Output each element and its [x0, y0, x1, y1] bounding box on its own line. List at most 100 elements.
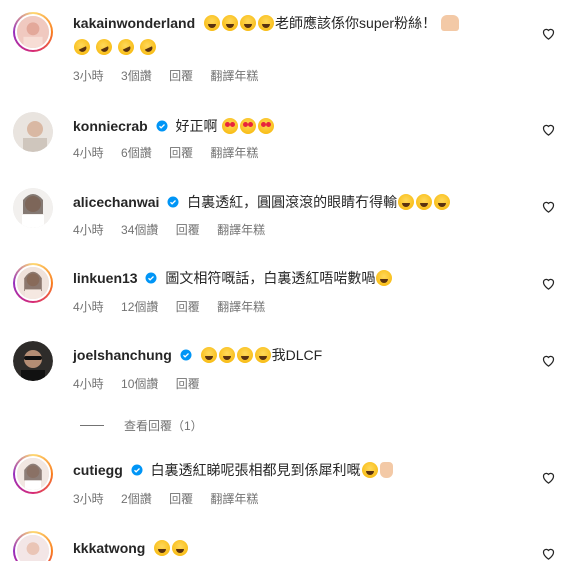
username[interactable]: konniecrab [73, 118, 148, 134]
reply-button[interactable]: 回覆 [176, 377, 200, 391]
rofl-emoji [137, 36, 159, 58]
timestamp: 4小時 [73, 146, 104, 160]
username[interactable]: alicechanwai [73, 194, 159, 210]
like-button[interactable] [541, 122, 556, 137]
timestamp: 3小時 [73, 492, 104, 506]
comment-text: 好正啊 [175, 118, 218, 134]
like-button[interactable] [541, 276, 556, 291]
comment-body: cutiegg 白裏透紅睇呢張相都見到係犀利嘅 [73, 461, 513, 479]
reply-button[interactable]: 回覆 [169, 146, 193, 160]
heart-outline-icon [542, 548, 555, 560]
grin-sweat-emoji [218, 347, 235, 363]
comment-text: 老師應該係你super粉絲！ [275, 15, 437, 31]
verified-badge-icon [131, 464, 143, 476]
rofl-emoji [115, 36, 137, 58]
avatar[interactable] [13, 12, 53, 52]
likes-count[interactable]: 2個讚 [121, 492, 152, 506]
verified-badge-icon [180, 349, 192, 361]
avatar[interactable] [13, 531, 53, 561]
grin-sweat-emoji [398, 194, 415, 210]
grin-sweat-emoji [254, 347, 271, 363]
timestamp: 4小時 [73, 223, 104, 237]
heart-outline-icon [542, 201, 555, 213]
translate-button[interactable]: 翻譯年糕 [210, 146, 258, 160]
avatar[interactable] [13, 341, 53, 381]
heart-outline-icon [542, 472, 555, 484]
reply-button[interactable]: 回覆 [169, 69, 193, 83]
divider-line [80, 425, 104, 426]
grin-sweat-emoji [236, 347, 253, 363]
like-button[interactable] [541, 26, 556, 41]
grin-sweat-emoji [172, 540, 189, 556]
verified-badge-icon [145, 272, 157, 284]
reply-button[interactable]: 回覆 [176, 223, 200, 237]
verified-badge-icon [167, 196, 179, 208]
comment-text: 白裏透紅睇呢張相都見到係犀利嘅 [150, 462, 361, 478]
comment-body: konniecrab 好正啊 [73, 117, 513, 135]
translate-button[interactable]: 翻譯年糕 [217, 223, 265, 237]
likes-count[interactable]: 3個讚 [121, 69, 152, 83]
rofl-emoji [71, 36, 93, 58]
reply-button[interactable]: 回覆 [169, 492, 193, 506]
translate-button[interactable]: 翻譯年糕 [217, 300, 265, 314]
heart-outline-icon [542, 28, 555, 40]
timestamp: 4小時 [73, 377, 104, 391]
grin-sweat-emoji [258, 15, 275, 31]
avatar[interactable] [13, 188, 53, 228]
rofl-emoji [93, 36, 115, 58]
view-replies-label: 查看回覆（1） [124, 419, 203, 433]
comment-meta: 4小時 34個讚 回覆 翻譯年糕 [73, 222, 279, 238]
username[interactable]: joelshanchung [73, 347, 172, 363]
comment-meta: 3小時 2個讚 回覆 翻譯年糕 [73, 491, 272, 507]
timestamp: 3小時 [73, 69, 104, 83]
like-button[interactable] [541, 546, 556, 561]
thumbs-up-emoji [379, 462, 393, 478]
username[interactable]: kkkatwong [73, 540, 145, 556]
grin-sweat-emoji [204, 15, 221, 31]
likes-count[interactable]: 12個讚 [121, 300, 158, 314]
avatar[interactable] [13, 112, 53, 152]
grin-sweat-emoji [416, 194, 433, 210]
heart-eyes-emoji [240, 118, 257, 134]
heart-outline-icon [542, 124, 555, 136]
grin-sweat-emoji [200, 347, 217, 363]
likes-count[interactable]: 10個讚 [121, 377, 158, 391]
comment-body: kakainwonderland 老師應該係你super粉絲！ [71, 14, 513, 58]
comment-meta: 4小時 6個讚 回覆 翻譯年糕 [73, 145, 272, 161]
username[interactable]: cutiegg [73, 462, 123, 478]
grin-sweat-emoji [222, 15, 239, 31]
view-replies-button[interactable]: 查看回覆（1） [80, 417, 203, 434]
comment-body: linkuen13 圖文相符嘅話，白裏透紅唔啱數喎 [73, 269, 513, 287]
likes-count[interactable]: 34個讚 [121, 223, 158, 237]
comment-text: 我DLCF [271, 347, 323, 363]
like-button[interactable] [541, 470, 556, 485]
heart-outline-icon [542, 278, 555, 290]
grin-sweat-emoji [240, 15, 257, 31]
username[interactable]: kakainwonderland [73, 15, 195, 31]
likes-count[interactable]: 6個讚 [121, 146, 152, 160]
verified-badge-icon [156, 120, 168, 132]
comment-body: alicechanwai 白裏透紅，圓圓滾滾的眼睛冇得輸 [73, 193, 513, 211]
timestamp: 4小時 [73, 300, 104, 314]
reply-button[interactable]: 回覆 [176, 300, 200, 314]
avatar[interactable] [13, 454, 53, 494]
comment-text: 圖文相符嘅話，白裏透紅唔啱數喎 [165, 270, 376, 286]
heart-outline-icon [542, 355, 555, 367]
avatar[interactable] [13, 263, 53, 303]
comment-meta: 4小時 10個讚 回覆 [73, 376, 214, 392]
translate-button[interactable]: 翻譯年糕 [210, 69, 258, 83]
grin-sweat-emoji [361, 462, 378, 478]
translate-button[interactable]: 翻譯年糕 [210, 492, 258, 506]
heart-eyes-emoji [222, 118, 239, 134]
comment-text: 白裏透紅，圓圓滾滾的眼睛冇得輸 [187, 194, 398, 210]
comment-meta: 3小時 3個讚 回覆 翻譯年糕 [73, 68, 272, 84]
like-button[interactable] [541, 199, 556, 214]
comment-body: joelshanchung 我DLCF [73, 346, 513, 364]
heart-eyes-emoji [258, 118, 275, 134]
comment-meta: 4小時 12個讚 回覆 翻譯年糕 [73, 299, 279, 315]
grin-sweat-emoji [154, 540, 171, 556]
username[interactable]: linkuen13 [73, 270, 138, 286]
grin-sweat-emoji [434, 194, 451, 210]
grin-sweat-emoji [376, 270, 393, 286]
like-button[interactable] [541, 353, 556, 368]
